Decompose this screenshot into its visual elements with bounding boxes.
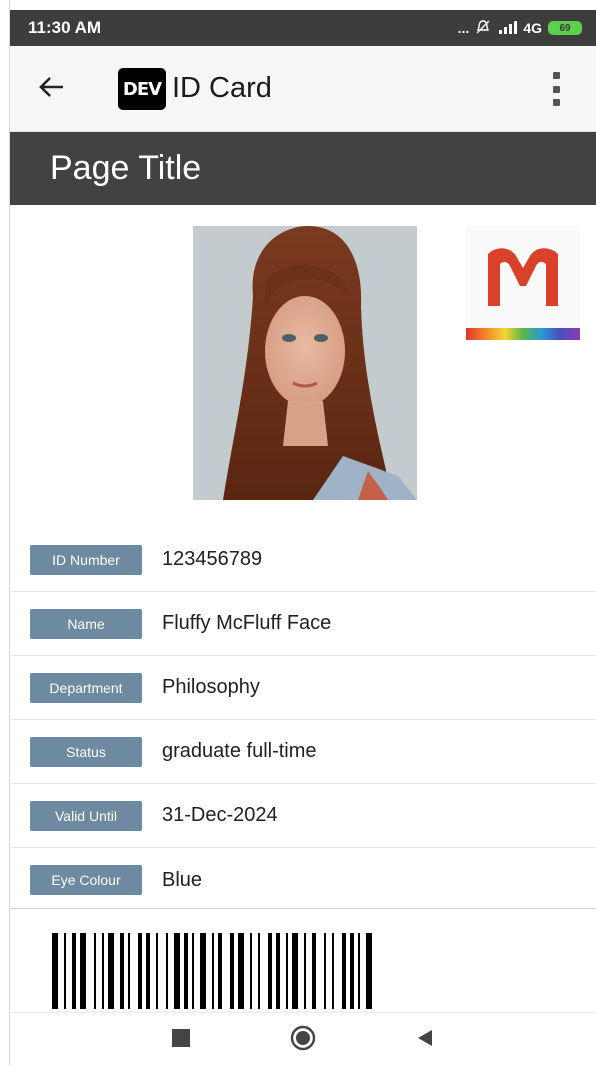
barcode-bar: [128, 933, 130, 1009]
barcode-bar: [332, 933, 334, 1009]
barcode-bar: [258, 933, 260, 1009]
barcode-bar: [184, 933, 188, 1009]
barcode-bar: [146, 933, 150, 1009]
page-title: Page Title: [10, 132, 596, 205]
field-row-department: Department Philosophy: [10, 656, 596, 720]
barcode-bar: [64, 933, 66, 1009]
barcode-bar: [304, 933, 306, 1009]
battery-level: 69: [559, 22, 571, 34]
barcode-bar: [120, 933, 124, 1009]
screen-edge: [0, 0, 10, 1065]
barcode-bar: [292, 933, 298, 1009]
barcode-bar: [312, 933, 316, 1009]
field-value: graduate full-time: [162, 740, 317, 762]
system-nav-bar: [10, 1012, 596, 1065]
barcode-bar: [72, 933, 76, 1009]
institution-logo: M: [466, 226, 580, 340]
field-label: Valid Until: [30, 800, 142, 831]
barcode-bar: [250, 933, 252, 1009]
field-row-eye-colour: Eye Colour Blue: [10, 848, 596, 912]
field-row-valid-until: Valid Until 31-Dec-2024: [10, 784, 596, 848]
field-row-name: Name Fluffy McFluff Face: [10, 592, 596, 656]
logo-rainbow-stripe: [466, 328, 580, 340]
status-time: 11:30 AM: [28, 18, 102, 37]
network-type: 4G: [523, 20, 542, 36]
barcode-bar: [102, 933, 104, 1009]
id-details-list: ID Number 123456789 Name Fluffy McFluff …: [10, 528, 596, 912]
battery-icon: 69: [548, 21, 582, 35]
field-value: 31-Dec-2024: [162, 804, 278, 826]
barcode-bar: [268, 933, 272, 1009]
barcode-bar: [230, 933, 234, 1009]
app-title: ID Card: [172, 72, 272, 104]
barcode-bar: [52, 933, 58, 1009]
home-circle-icon[interactable]: [290, 1025, 316, 1051]
field-value: Fluffy McFluff Face: [162, 612, 332, 634]
barcode-bar: [366, 933, 372, 1009]
barcode-bar: [174, 933, 180, 1009]
barcode-bar: [108, 933, 114, 1009]
field-label: Status: [30, 736, 142, 767]
barcode-bar: [324, 933, 326, 1009]
status-bar: 11:30 AM ... 4G 69: [10, 10, 596, 46]
status-icons: ... 4G 69: [458, 19, 582, 38]
back-arrow-icon[interactable]: [36, 72, 66, 102]
barcode-bar: [286, 933, 288, 1009]
profile-photo: [193, 226, 417, 500]
mute-icon: [475, 19, 491, 38]
field-label: Eye Colour: [30, 865, 142, 895]
dev-logo: DEV: [118, 68, 166, 110]
field-row-status: Status graduate full-time: [10, 720, 596, 784]
signal-icon: [497, 20, 518, 37]
field-label: Name: [30, 608, 142, 639]
field-value: 123456789: [162, 548, 263, 570]
barcode-bar: [200, 933, 206, 1009]
barcode-bar: [358, 933, 360, 1009]
barcode-bar: [218, 933, 222, 1009]
recents-square-icon[interactable]: [172, 1029, 190, 1047]
barcode-bar: [94, 933, 96, 1009]
back-triangle-icon[interactable]: [414, 1027, 436, 1049]
barcode-bar: [276, 933, 280, 1009]
barcode-area: [10, 908, 596, 1012]
barcode-bar: [342, 933, 346, 1009]
barcode-bar: [166, 933, 168, 1009]
barcode-bar: [192, 933, 194, 1009]
barcode-bar: [212, 933, 214, 1009]
field-row-id-number: ID Number 123456789: [10, 528, 596, 592]
barcode-bar: [138, 933, 142, 1009]
field-label: Department: [30, 672, 142, 703]
field-value: Blue: [162, 868, 203, 891]
barcode-bar: [350, 933, 354, 1009]
barcode: [52, 933, 372, 1009]
field-label: ID Number: [30, 544, 142, 575]
logo-letter: M: [466, 226, 479, 230]
status-dots: ...: [457, 20, 470, 36]
barcode-bar: [80, 933, 86, 1009]
overflow-menu-icon[interactable]: [544, 72, 568, 106]
barcode-bar: [156, 933, 158, 1009]
app-bar: DEV ID Card: [10, 46, 596, 132]
field-value: Philosophy: [162, 676, 260, 698]
barcode-bar: [238, 933, 244, 1009]
